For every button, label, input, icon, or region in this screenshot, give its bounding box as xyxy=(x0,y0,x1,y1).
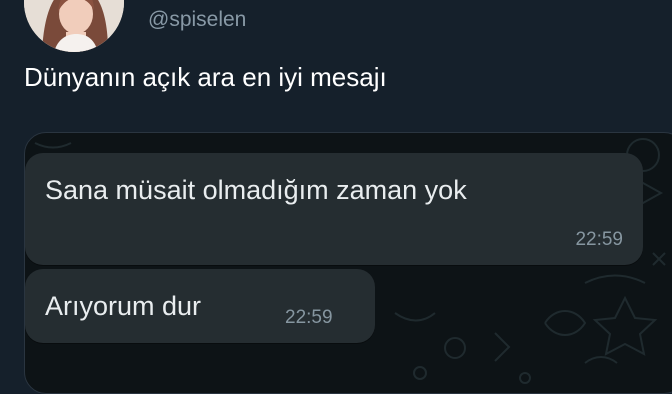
message-text: Arıyorum dur xyxy=(45,291,202,321)
tweet-text: Dünyanın açık ara en iyi mesajı xyxy=(24,62,387,92)
message-bubble[interactable]: Sana müsait olmadığım zaman yok 22:59 xyxy=(25,153,643,265)
message-text: Sana müsait olmadığım zaman yok xyxy=(45,175,467,205)
user-handle[interactable]: @spiselen xyxy=(148,8,246,32)
avatar[interactable] xyxy=(24,0,124,52)
message-time: 22:59 xyxy=(575,229,623,250)
chat-screenshot[interactable]: Sana müsait olmadığım zaman yok 22:59 Ar… xyxy=(24,132,672,394)
message-bubble[interactable]: Arıyorum dur 22:59 xyxy=(25,269,375,343)
avatar-photo xyxy=(24,0,124,52)
message-time: 22:59 xyxy=(285,307,333,328)
